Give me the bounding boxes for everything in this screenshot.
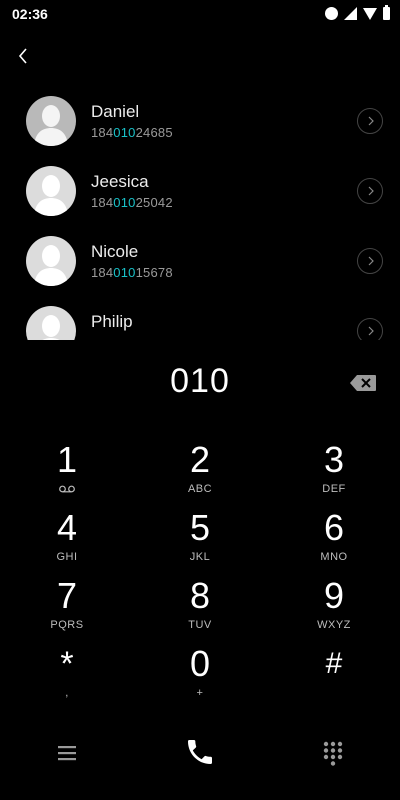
key-digit: 1	[56, 439, 78, 480]
key-0[interactable]: 0 +	[145, 644, 255, 710]
person-silhouette-icon	[34, 245, 68, 286]
contact-name: Nicole	[91, 242, 139, 261]
status-time: 02:36	[12, 6, 48, 22]
key-7[interactable]: 7 PQRS	[12, 576, 122, 642]
key-8[interactable]: 8 TUV	[145, 576, 255, 642]
chevron-right-icon	[368, 326, 374, 336]
contact-name: Philip	[91, 312, 133, 331]
back-chevron-icon	[18, 48, 27, 64]
chevron-right-icon	[368, 256, 374, 266]
person-silhouette-icon	[34, 105, 68, 146]
chevron-right-icon	[368, 186, 374, 196]
key-letters: ,	[65, 687, 69, 699]
key-digit: 2	[189, 439, 211, 480]
key-digit: 9	[323, 575, 345, 616]
notification-dots-icon	[325, 3, 338, 20]
avatar	[26, 236, 76, 286]
key-digit: 5	[189, 507, 211, 548]
menu-icon	[58, 746, 76, 761]
contact-detail-button[interactable]	[357, 178, 383, 204]
key-letters: MNO	[320, 551, 348, 563]
voicemail-icon	[59, 485, 75, 493]
contact-row[interactable]: Jeesica 18401025042	[0, 158, 400, 228]
key-letters: DEF	[322, 483, 346, 495]
chevron-right-icon	[368, 116, 374, 126]
key-digit: #	[325, 647, 343, 680]
key-digit: 4	[56, 507, 78, 548]
key-hash[interactable]: #	[279, 644, 389, 710]
wifi-icon	[363, 7, 377, 20]
key-letters: WXYZ	[317, 619, 351, 631]
call-button[interactable]	[184, 736, 216, 768]
contact-row[interactable]: Daniel 18401024685	[0, 88, 400, 158]
contact-name: Daniel	[91, 102, 140, 121]
key-digit: 6	[323, 507, 345, 548]
battery-icon	[383, 5, 390, 20]
contact-number: 18401015678	[91, 265, 173, 280]
status-icons	[325, 3, 390, 20]
key-letters: +	[196, 687, 204, 699]
key-1[interactable]: 1	[12, 440, 122, 506]
avatar	[26, 166, 76, 216]
key-star[interactable]: * ,	[12, 644, 122, 710]
contact-suggestion-list: Daniel 18401024685 Jeesica 18401025042 N…	[0, 88, 400, 340]
key-digit: 3	[323, 439, 345, 480]
contact-row[interactable]: Philip	[0, 298, 400, 340]
key-letters: GHI	[56, 551, 78, 563]
bottom-action-bar	[0, 730, 400, 778]
key-digit: 7	[56, 575, 78, 616]
key-digit: 8	[189, 575, 211, 616]
phone-call-icon	[188, 740, 212, 764]
dialed-number-input[interactable]: 010	[0, 362, 400, 401]
key-digit: *	[60, 645, 74, 683]
person-silhouette-icon	[42, 315, 60, 340]
key-letters: PQRS	[50, 619, 84, 631]
dialpad-icon	[323, 741, 343, 766]
back-button[interactable]	[12, 44, 36, 68]
avatar	[26, 306, 76, 340]
contact-detail-button[interactable]	[357, 318, 383, 340]
key-6[interactable]: 6 MNO	[279, 508, 389, 574]
status-bar: 02:36	[0, 0, 400, 28]
avatar	[26, 96, 76, 146]
menu-button[interactable]	[56, 742, 78, 764]
key-9[interactable]: 9 WXYZ	[279, 576, 389, 642]
person-silhouette-icon	[34, 175, 68, 216]
key-2[interactable]: 2 ABC	[145, 440, 255, 506]
key-5[interactable]: 5 JKL	[145, 508, 255, 574]
key-digit: 0	[189, 643, 211, 684]
key-letters: JKL	[189, 551, 211, 563]
key-4[interactable]: 4 GHI	[12, 508, 122, 574]
contact-detail-button[interactable]	[357, 248, 383, 274]
contact-row[interactable]: Nicole 18401015678	[0, 228, 400, 298]
contact-number: 18401024685	[91, 125, 173, 140]
key-letters: ABC	[187, 483, 213, 495]
contact-name: Jeesica	[91, 172, 149, 191]
cell-signal-icon	[344, 7, 357, 20]
key-3[interactable]: 3 DEF	[279, 440, 389, 506]
backspace-button[interactable]	[349, 374, 377, 392]
contact-number: 18401025042	[91, 195, 173, 210]
key-letters: TUV	[188, 619, 212, 631]
dialpad-toggle-button[interactable]	[322, 740, 344, 766]
contact-detail-button[interactable]	[357, 108, 383, 134]
backspace-icon	[350, 375, 376, 391]
